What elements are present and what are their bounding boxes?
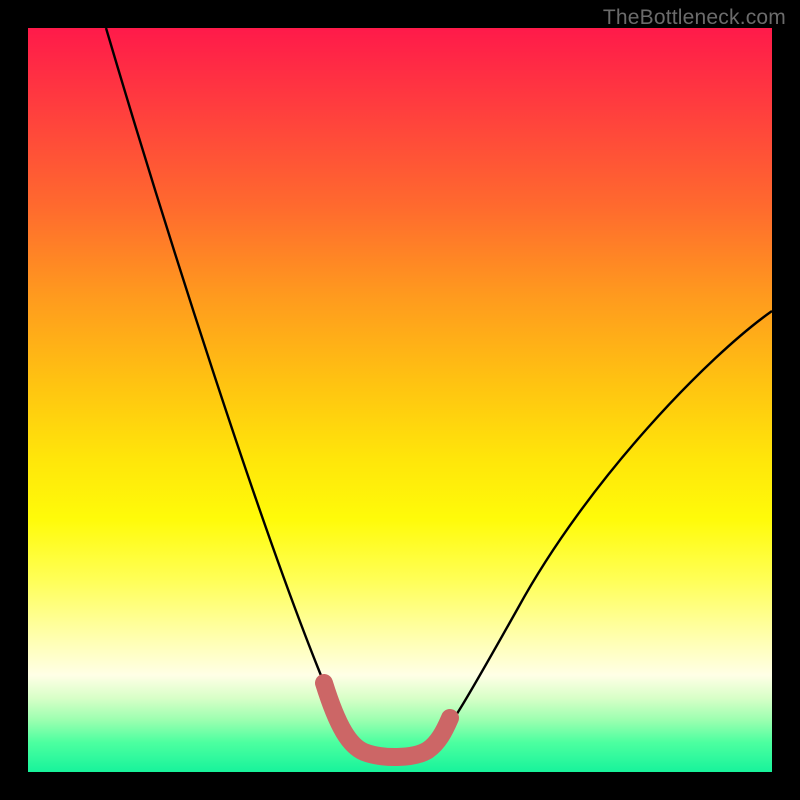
chart-frame: TheBottleneck.com — [0, 0, 800, 800]
plot-area — [28, 28, 772, 772]
bottleneck-curve — [106, 28, 772, 757]
optimal-marker — [324, 683, 450, 757]
curve-layer — [28, 28, 772, 772]
watermark-text: TheBottleneck.com — [603, 6, 786, 30]
